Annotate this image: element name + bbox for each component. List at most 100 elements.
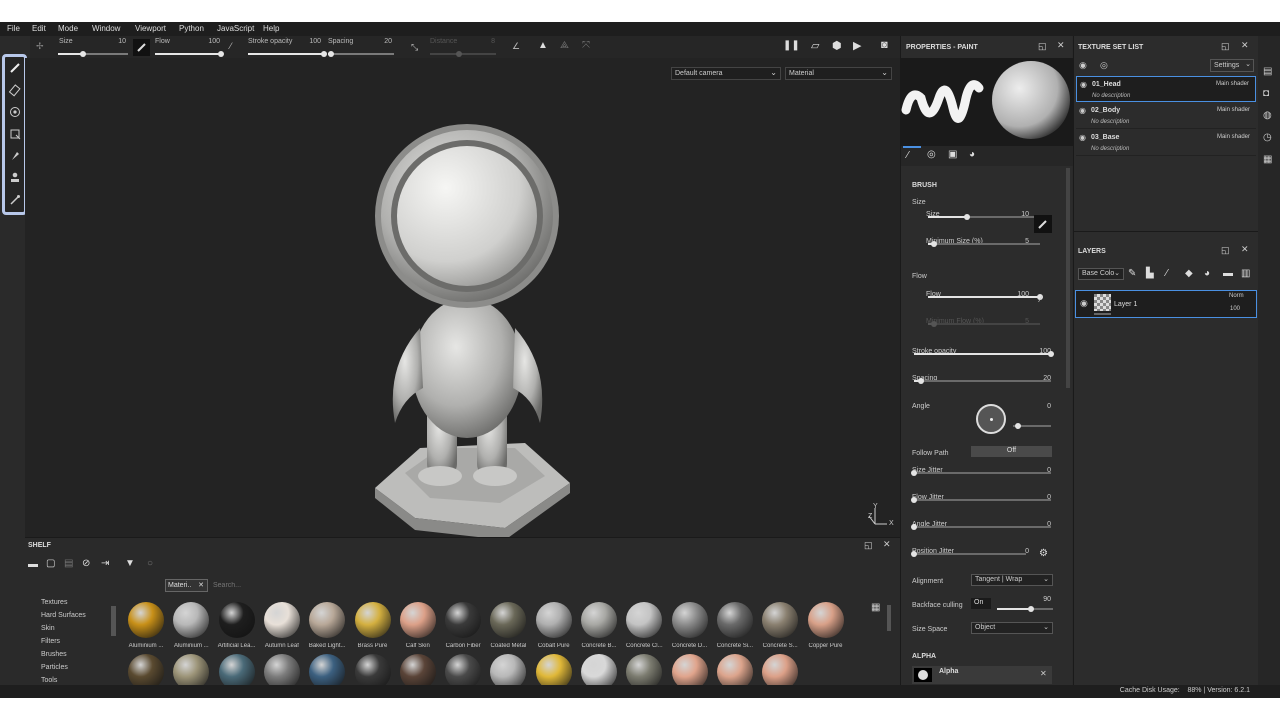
menu-python[interactable]: Python bbox=[179, 24, 204, 33]
size-knob[interactable] bbox=[964, 214, 971, 220]
layer-blend-mode[interactable]: Norm bbox=[1229, 293, 1244, 299]
material-tile[interactable]: Concrete Cl... bbox=[623, 602, 665, 654]
layer-row[interactable]: ◉ Layer 1 Norm 100 bbox=[1075, 290, 1257, 318]
min-size-knob[interactable] bbox=[930, 241, 937, 247]
lazy-mouse-icon[interactable]: ⤡ bbox=[411, 42, 418, 53]
filter-tag[interactable]: Materi.. ✕ bbox=[165, 579, 208, 592]
shelf-scrollbar[interactable] bbox=[887, 605, 891, 631]
position-jitter-slider[interactable] bbox=[914, 553, 1026, 555]
spacing-knob[interactable] bbox=[917, 378, 924, 384]
alignment-select[interactable]: Tangent | Wrap ⌄ bbox=[971, 574, 1053, 586]
smudge-icon[interactable] bbox=[8, 149, 22, 163]
shelf-category-brushes[interactable]: Brushes bbox=[41, 651, 67, 658]
material-tile[interactable]: Carbon Fiber bbox=[442, 602, 484, 654]
import-icon[interactable]: ⇥ bbox=[101, 558, 109, 569]
symmetry-radial-icon[interactable]: ⟁ bbox=[560, 40, 569, 51]
pause-icon[interactable]: ❚❚ bbox=[783, 40, 800, 51]
shelf-category-filters[interactable]: Filters bbox=[41, 638, 60, 645]
grid-view-icon[interactable]: ▦ bbox=[871, 602, 880, 613]
display-settings-icon[interactable]: ◘ bbox=[1263, 88, 1269, 99]
add-smart-material-icon[interactable]: ◕ bbox=[1204, 268, 1210, 279]
close-icon[interactable]: ✕ bbox=[1241, 244, 1249, 255]
symmetry-mirror-icon[interactable]: ▲ bbox=[538, 40, 548, 51]
texture-set-row[interactable]: ◉ 02_Body No description Main shader bbox=[1076, 103, 1256, 129]
size-space-select[interactable]: Object ⌄ bbox=[971, 622, 1053, 634]
material-tile[interactable]: Calf Skin bbox=[397, 602, 439, 654]
menu-file[interactable]: File bbox=[7, 24, 20, 33]
shelf-category-hard-surfaces[interactable]: Hard Surfaces bbox=[41, 612, 86, 619]
spacing-slider[interactable] bbox=[914, 380, 1051, 382]
add-folder-icon[interactable]: ▬ bbox=[1223, 268, 1233, 279]
float-panel-icon[interactable]: ◱ bbox=[1038, 41, 1047, 52]
close-icon[interactable]: ✕ bbox=[198, 581, 204, 589]
color-picker-icon[interactable] bbox=[8, 193, 22, 207]
close-icon[interactable]: ✕ bbox=[883, 539, 891, 550]
camera-mode-icon[interactable]: ▱ bbox=[811, 39, 819, 52]
save-icon[interactable]: ▤ bbox=[64, 558, 73, 569]
polygon-fill-icon[interactable] bbox=[8, 127, 22, 141]
texture-set-shader[interactable]: Main shader bbox=[1217, 107, 1250, 113]
toolbar-stroke-opacity-value[interactable]: 100 bbox=[301, 38, 321, 45]
projection-icon[interactable] bbox=[8, 105, 22, 119]
flow-pressure-icon[interactable]: ⁄ bbox=[230, 41, 232, 51]
properties-scrollbar[interactable] bbox=[1066, 168, 1070, 388]
material-tile[interactable]: Cobalt Pure bbox=[533, 602, 575, 654]
texture-set-shader[interactable]: Main shader bbox=[1217, 134, 1250, 140]
line-angle-icon[interactable]: ∠ bbox=[512, 41, 520, 52]
clone-stamp-icon[interactable] bbox=[8, 171, 22, 185]
close-icon[interactable]: ✕ bbox=[1040, 669, 1047, 678]
backface-toggle[interactable]: On bbox=[971, 598, 991, 609]
effects-icon[interactable]: ✎ bbox=[1128, 268, 1136, 279]
eye-icon[interactable]: ◉ bbox=[1080, 298, 1088, 309]
angle-jitter-knob[interactable] bbox=[911, 524, 917, 530]
material-tile[interactable]: Concrete D... bbox=[669, 602, 711, 654]
toolbar-spacing-slider[interactable] bbox=[328, 53, 394, 55]
size-pressure-button[interactable] bbox=[1034, 215, 1052, 233]
toolbar-stroke-opacity-knob[interactable] bbox=[321, 51, 327, 57]
material-tile[interactable]: Brass Pure bbox=[352, 602, 394, 654]
menu-viewport[interactable]: Viewport bbox=[135, 24, 166, 33]
menu-javascript[interactable]: JavaScript bbox=[217, 24, 254, 33]
material-tile[interactable]: Aluminium ... bbox=[170, 602, 212, 654]
size-jitter-knob[interactable] bbox=[911, 470, 917, 476]
min-size-slider[interactable] bbox=[928, 243, 1040, 245]
history-icon[interactable]: ◷ bbox=[1263, 132, 1272, 143]
camera-select[interactable]: Default camera ⌄ bbox=[671, 67, 781, 80]
screenshot-icon[interactable]: ◙ bbox=[881, 39, 888, 51]
flow-jitter-slider[interactable] bbox=[914, 499, 1051, 501]
eye-icon[interactable]: ◉ bbox=[1080, 80, 1087, 89]
toolbar-flow-value[interactable]: 100 bbox=[200, 38, 220, 45]
add-paint-layer-icon[interactable]: ⁄ bbox=[1166, 268, 1168, 279]
backface-knob[interactable] bbox=[1027, 606, 1034, 612]
material-tile[interactable]: Coated Metal bbox=[487, 602, 529, 654]
mask-icon[interactable]: ▙ bbox=[1146, 268, 1154, 279]
float-panel-icon[interactable]: ◱ bbox=[1221, 41, 1230, 52]
shelf-category-skin[interactable]: Skin bbox=[41, 625, 55, 632]
flow-jitter-knob[interactable] bbox=[911, 497, 917, 503]
flow-pressure-icon[interactable]: ⁄ bbox=[1040, 294, 1042, 304]
delete-layer-icon[interactable]: ▥ bbox=[1241, 268, 1250, 279]
new-resource-icon[interactable]: ▢ bbox=[46, 558, 55, 569]
hide-icon[interactable]: ⊘ bbox=[82, 558, 90, 569]
pen-pressure-button[interactable] bbox=[133, 39, 150, 56]
eye-icon[interactable]: ◉ bbox=[1079, 133, 1086, 142]
channel-select[interactable]: Base Colo ⌄ bbox=[1078, 268, 1124, 280]
alpha-slot[interactable]: Alpha ✕ bbox=[912, 666, 1052, 684]
tab-stencil-icon[interactable]: ▣ bbox=[948, 149, 957, 160]
transform-icon[interactable]: ⤧ bbox=[582, 40, 590, 51]
texture-set-row[interactable]: ◉ 01_Head No description Main shader bbox=[1076, 76, 1256, 102]
symmetry-icon[interactable]: ✢ bbox=[36, 41, 44, 52]
video-icon[interactable]: ▶ bbox=[853, 39, 861, 52]
shelf-category-particles[interactable]: Particles bbox=[41, 664, 68, 671]
toolbar-size-value[interactable]: 10 bbox=[106, 38, 126, 45]
settings-dropdown[interactable]: Settings ⌄ bbox=[1210, 59, 1254, 72]
angle-value[interactable]: 0 bbox=[1021, 403, 1051, 410]
follow-path-toggle[interactable]: Off bbox=[971, 446, 1052, 457]
filter-icon[interactable]: ▼ bbox=[125, 558, 135, 569]
close-icon[interactable]: ✕ bbox=[1057, 40, 1065, 51]
eraser-icon[interactable] bbox=[8, 83, 22, 97]
tab-color-icon[interactable]: ◕ bbox=[969, 149, 975, 160]
category-scrollbar[interactable] bbox=[111, 606, 116, 636]
shelf-category-textures[interactable]: Textures bbox=[41, 599, 67, 606]
settings-gear-icon[interactable]: ⚙ bbox=[1039, 548, 1048, 559]
